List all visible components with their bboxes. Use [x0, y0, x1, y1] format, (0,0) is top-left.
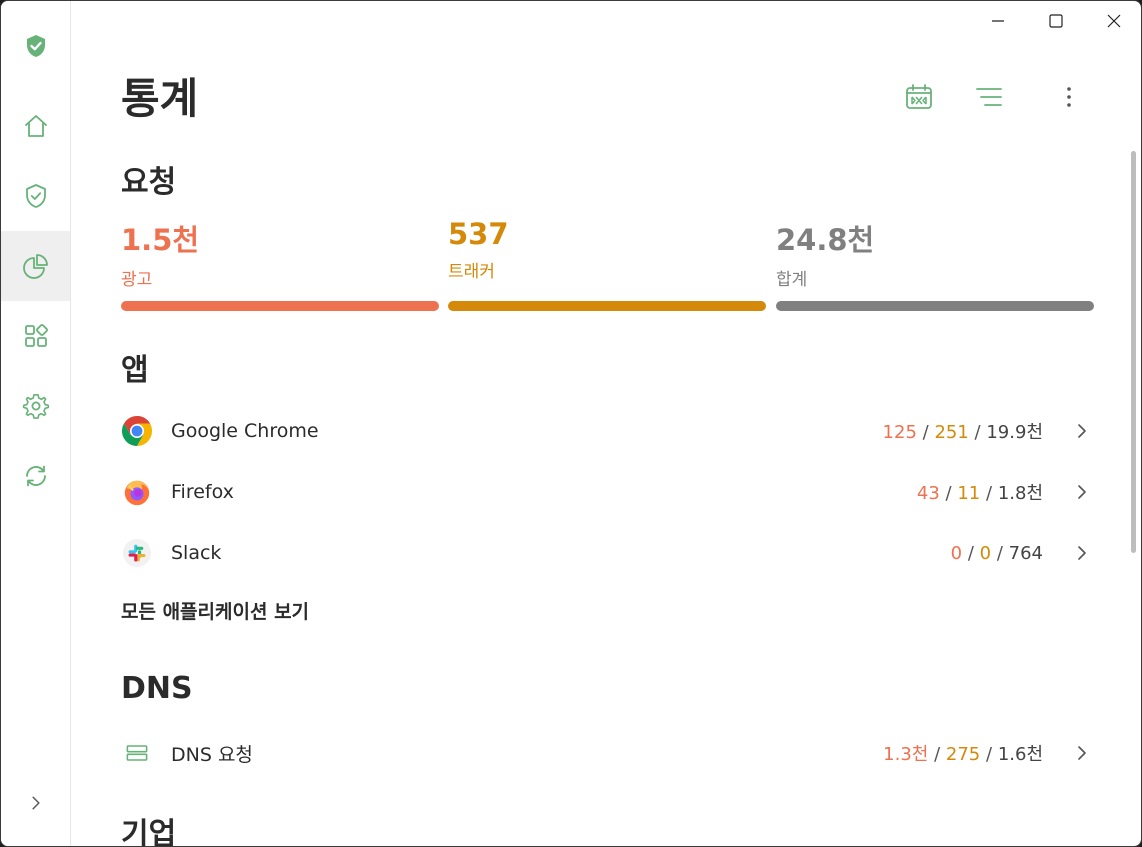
- stat-trackers-bar: [448, 301, 766, 311]
- chevron-right-icon: [1078, 485, 1086, 499]
- sidebar-item-apps[interactable]: [1, 301, 70, 371]
- separator: /: [934, 744, 941, 765]
- stat-trackers-label: 트래커: [448, 262, 495, 282]
- section-title-dns: DNS: [121, 671, 193, 706]
- app-logo[interactable]: [1, 11, 70, 81]
- chevron-right-icon: [1078, 746, 1086, 760]
- app-counts: 0 / 0 / 764: [951, 543, 1043, 564]
- sidebar-item-protection[interactable]: [1, 161, 70, 231]
- app-window: 통계 요청 1.5천 광고 537 트래커 24.8천 합계 앱 Google …: [0, 0, 1142, 847]
- stat-ads-bar: [121, 301, 439, 311]
- app-row-chrome[interactable]: Google Chrome 125 / 251 / 19.9천: [121, 406, 1101, 456]
- gear-icon: [22, 393, 49, 419]
- stat-trackers: 537 트래커: [448, 217, 766, 311]
- scrollbar[interactable]: [1131, 151, 1136, 553]
- ads-count: 125: [882, 422, 917, 443]
- ads-count: 43: [916, 483, 940, 504]
- chevron-right-icon: [1078, 424, 1086, 438]
- page-title: 통계: [121, 74, 199, 123]
- stat-ads-label: 광고: [121, 270, 153, 290]
- ads-count: 0: [950, 542, 963, 564]
- filter-button[interactable]: [969, 77, 1009, 117]
- trackers-count: 275: [945, 744, 981, 765]
- total-count: 1.6천: [997, 744, 1043, 765]
- sidebar-item-statistics[interactable]: [1, 231, 70, 301]
- trackers-count: 251: [934, 422, 969, 443]
- slack-icon: [121, 537, 153, 569]
- trackers-count: 0: [979, 542, 992, 564]
- total-count: 19.9천: [986, 422, 1043, 443]
- home-icon: [24, 115, 47, 137]
- separator: /: [996, 542, 1003, 564]
- stat-total: 24.8천 합계: [776, 217, 1094, 311]
- close-button[interactable]: [1094, 7, 1134, 35]
- app-name: Slack: [171, 542, 222, 564]
- total-count: 1.8천: [997, 483, 1043, 504]
- more-vertical-icon: [1067, 87, 1071, 107]
- app-name: Google Chrome: [171, 420, 319, 442]
- app-row-firefox[interactable]: Firefox 43 / 11 / 1.8천: [121, 467, 1101, 517]
- shield-check-icon: [25, 184, 46, 208]
- firefox-icon: [121, 476, 153, 508]
- maximize-icon: [1049, 14, 1063, 28]
- sidebar-item-settings[interactable]: [1, 371, 70, 441]
- pie-chart-icon: [22, 254, 48, 279]
- app-counts: 43 / 11 / 1.8천: [917, 479, 1043, 505]
- chevron-right-icon: [31, 796, 40, 810]
- stat-ads-value: 1.5천: [121, 223, 200, 257]
- separator: /: [986, 483, 993, 504]
- dns-counts: 1.3천 / 275 / 1.6천: [883, 740, 1043, 766]
- separator: /: [922, 422, 929, 443]
- separator: /: [974, 422, 981, 443]
- section-title-requests: 요청: [121, 165, 177, 200]
- refresh-icon: [25, 465, 46, 487]
- separator: /: [986, 744, 993, 765]
- app-row-slack[interactable]: Slack 0 / 0 / 764: [121, 528, 1101, 578]
- app-counts: 125 / 251 / 19.9천: [883, 418, 1043, 444]
- total-count: 764: [1008, 542, 1043, 564]
- stat-ads: 1.5천 광고: [121, 217, 439, 311]
- app-name: Firefox: [171, 481, 234, 503]
- chrome-icon: [121, 415, 153, 447]
- date-range-button[interactable]: [899, 77, 939, 117]
- close-icon: [1107, 14, 1121, 28]
- ads-count: 1.3천: [883, 744, 929, 765]
- section-title-apps: 앱: [121, 353, 149, 388]
- more-options-button[interactable]: [1049, 77, 1089, 117]
- dns-row[interactable]: DNS 요청 1.3천 / 275 / 1.6천: [121, 728, 1101, 778]
- separator: /: [967, 542, 974, 564]
- sidebar-item-home[interactable]: [1, 91, 70, 161]
- stat-total-value: 24.8천: [776, 223, 875, 257]
- stat-total-label: 합계: [776, 270, 808, 290]
- dns-row-name: DNS 요청: [171, 743, 253, 766]
- maximize-button[interactable]: [1036, 7, 1076, 35]
- sidebar-expand-button[interactable]: [1, 768, 70, 838]
- server-icon: [121, 737, 153, 769]
- apps-grid-icon: [24, 324, 48, 347]
- calendar-icon: [906, 84, 932, 109]
- separator: /: [945, 483, 952, 504]
- sidebar-item-updates[interactable]: [1, 441, 70, 511]
- section-title-companies: 기업: [121, 817, 177, 847]
- stat-trackers-value: 537: [448, 217, 509, 251]
- view-all-apps-link[interactable]: 모든 애플리케이션 보기: [121, 597, 309, 624]
- minimize-icon: [992, 20, 1004, 22]
- sidebar: [1, 1, 71, 846]
- shield-check-filled-icon: [26, 35, 45, 57]
- stat-total-bar: [776, 301, 1094, 311]
- trackers-count: 11: [957, 483, 981, 504]
- filter-icon: [976, 88, 1002, 106]
- minimize-button[interactable]: [978, 7, 1018, 35]
- chevron-right-icon: [1078, 546, 1086, 560]
